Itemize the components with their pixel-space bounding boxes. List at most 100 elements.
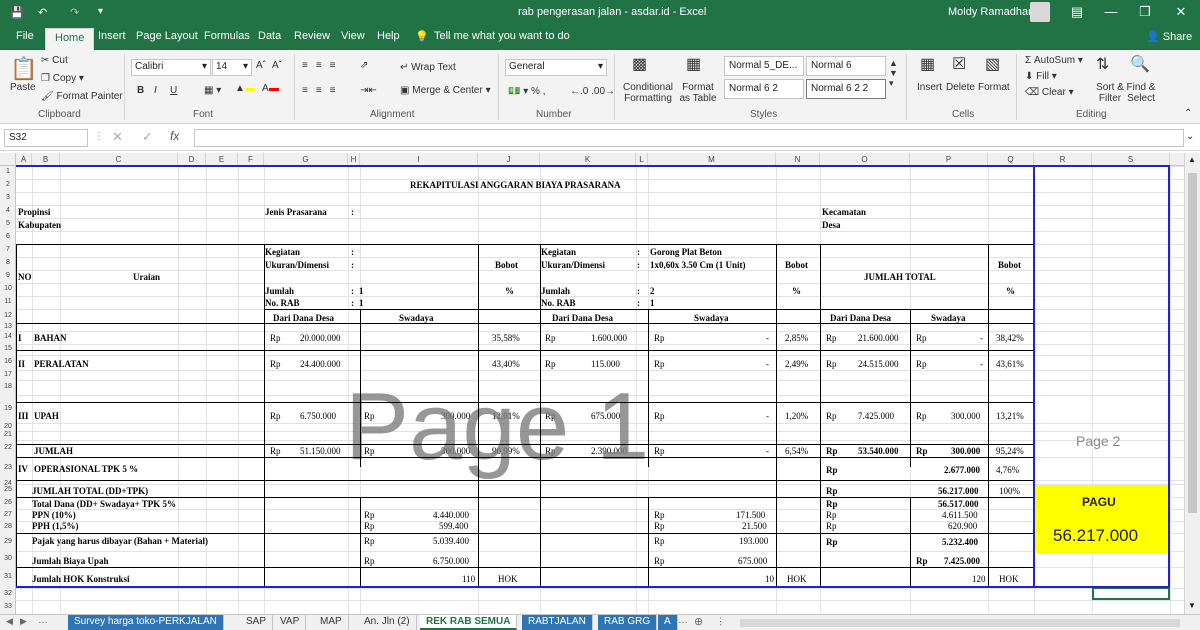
row-header[interactable]: 5 — [0, 220, 16, 227]
row-header[interactable]: 25 — [0, 486, 16, 493]
row-header[interactable]: 30 — [0, 555, 16, 562]
row-header[interactable]: 13 — [0, 323, 16, 330]
orientation-icon[interactable]: ⇗ — [360, 60, 368, 71]
fill-color-icon[interactable]: ▲ — [235, 83, 255, 94]
format-as-table-icon[interactable]: ▦ — [686, 54, 701, 74]
merge-center-button[interactable]: ▣ Merge & Center ▾ — [400, 85, 491, 96]
tab-review[interactable]: Review — [294, 30, 330, 42]
row-header[interactable]: 2 — [0, 181, 16, 188]
font-name-select[interactable]: Calibri ▾ — [131, 59, 211, 76]
row-header[interactable]: 7 — [0, 246, 16, 253]
save-icon[interactable]: 💾 — [10, 6, 24, 19]
customize-quick-access-icon[interactable]: ▾ — [98, 6, 103, 17]
sort-filter-icon[interactable]: ⇅ — [1096, 54, 1109, 74]
namebox-dropdown-icon[interactable]: ⋮ — [94, 131, 104, 142]
italic-button[interactable]: I — [154, 85, 157, 96]
sheet-tab-survey[interactable]: Survey harga toko-PERKJALAN — [68, 615, 224, 630]
maximize-icon[interactable]: ❐ — [1128, 0, 1162, 26]
decimal-icons[interactable]: ←.0 .00→ — [570, 86, 615, 97]
cut-button[interactable]: ✂ Cut — [41, 55, 68, 66]
currency-icon[interactable]: 💵 ▾ % , — [508, 86, 545, 97]
conditional-formatting-icon[interactable]: ▩ — [632, 54, 647, 74]
close-icon[interactable]: ✕ — [1164, 0, 1198, 26]
increase-font-icon[interactable]: Aˆ — [256, 60, 266, 71]
row-header[interactable]: 16 — [0, 358, 16, 365]
tab-file[interactable]: File — [16, 30, 34, 42]
styles-more-icon[interactable]: ▲ ▼ ▾ — [889, 58, 898, 89]
paste-button[interactable]: Paste — [10, 82, 36, 93]
scroll-thumb[interactable] — [1188, 173, 1197, 513]
style-normal-5-de[interactable]: Normal 5_DE... — [724, 56, 804, 76]
row-header[interactable]: 23 — [0, 464, 16, 471]
indent-icons[interactable]: ⇥⇤ — [360, 85, 377, 96]
copy-button[interactable]: ❐ Copy ▾ — [41, 73, 84, 84]
formula-input[interactable] — [194, 129, 1184, 147]
add-sheet-icon[interactable]: ⊕ — [694, 615, 703, 628]
tab-data[interactable]: Data — [258, 30, 281, 42]
find-select-button[interactable]: Find & Select — [1122, 82, 1160, 104]
avatar[interactable] — [1030, 2, 1050, 22]
expand-formula-icon[interactable]: ⌄ — [1186, 131, 1194, 142]
format-cells-button[interactable]: Format — [978, 82, 1010, 93]
borders-icon[interactable]: ▦ ▾ — [204, 85, 221, 96]
style-normal-6-2[interactable]: Normal 6 2 — [724, 79, 804, 99]
row-header[interactable]: 29 — [0, 538, 16, 545]
enter-formula-icon[interactable]: ✓ — [142, 129, 153, 145]
horizontal-scrollbar[interactable] — [740, 619, 1180, 627]
insert-function-icon[interactable]: fx — [170, 129, 179, 143]
delete-cells-icon[interactable]: ☒ — [952, 54, 966, 74]
row-header[interactable]: 3 — [0, 194, 16, 201]
row-header[interactable]: 20 — [0, 423, 16, 430]
format-as-table-button[interactable]: Format as Table — [676, 82, 720, 104]
more-tabs-icon[interactable]: … — [38, 615, 48, 626]
row-header[interactable]: 27 — [0, 511, 16, 518]
font-size-select[interactable]: 14 ▾ — [212, 59, 252, 76]
font-color-icon[interactable]: A — [262, 83, 279, 94]
selected-cell[interactable] — [1092, 587, 1170, 600]
row-header[interactable]: 8 — [0, 259, 16, 266]
row-header[interactable]: 11 — [0, 298, 16, 305]
pagu-box[interactable]: PAGU 56.217.000 — [1034, 485, 1168, 553]
row-header[interactable]: 22 — [0, 444, 16, 451]
name-box[interactable]: S32 — [4, 129, 88, 147]
sheet-tab-vap[interactable]: VAP — [274, 615, 307, 630]
format-cells-icon[interactable]: ▧ — [985, 54, 1000, 74]
collapse-ribbon-icon[interactable]: ⌃ — [1184, 108, 1192, 119]
sheet-tab-rab-grg[interactable]: RAB GRG — [598, 615, 658, 630]
cancel-formula-icon[interactable]: ✕ — [112, 129, 123, 145]
tab-options-icon[interactable]: ⋮ — [716, 616, 725, 627]
ribbon-display-icon[interactable]: ▤ — [1060, 0, 1094, 26]
fill-button[interactable]: ⬇ Fill ▾ — [1025, 71, 1057, 82]
style-normal-6[interactable]: Normal 6 — [806, 56, 886, 76]
tab-view[interactable]: View — [341, 30, 365, 42]
sheet-tab-sap[interactable]: SAP — [240, 615, 274, 630]
sheet-tab-rabtjalan[interactable]: RABTJALAN — [522, 615, 593, 630]
style-normal-6-2-2[interactable]: Normal 6 2 2 — [806, 79, 886, 99]
row-header[interactable]: 14 — [0, 333, 16, 340]
row-header[interactable]: 6 — [0, 233, 16, 240]
paste-icon[interactable]: 📋 — [10, 56, 37, 82]
row-header[interactable]: 4 — [0, 207, 16, 214]
share-button[interactable]: 👤 Share — [1146, 30, 1192, 43]
underline-button[interactable]: U — [170, 85, 177, 96]
find-select-icon[interactable]: 🔍 — [1130, 54, 1150, 74]
select-all-corner[interactable] — [0, 153, 16, 166]
tab-help[interactable]: Help — [377, 30, 400, 42]
conditional-formatting-button[interactable]: Conditional Formatting — [622, 82, 674, 104]
number-format-select[interactable]: General ▾ — [505, 59, 607, 76]
scroll-down-icon[interactable]: ▼ — [1188, 601, 1196, 610]
autosum-button[interactable]: Σ AutoSum ▾ — [1025, 55, 1083, 66]
tab-scroll-left-icon[interactable]: ◀ — [6, 616, 13, 627]
sheet-tab-an-jln[interactable]: An. Jln (2) — [358, 615, 417, 630]
vertical-scrollbar[interactable]: ▲ ▼ — [1184, 153, 1200, 614]
row-header[interactable]: 10 — [0, 285, 16, 292]
tab-formulas[interactable]: Formulas — [204, 30, 250, 42]
scroll-up-icon[interactable]: ▲ — [1188, 155, 1196, 164]
row-header[interactable]: 19 — [0, 405, 16, 412]
undo-icon[interactable]: ↶ — [38, 6, 47, 19]
sheet-tab-map[interactable]: MAP — [314, 615, 349, 630]
row-header[interactable]: 1 — [0, 168, 16, 175]
tab-insert[interactable]: Insert — [98, 30, 126, 42]
tell-me-input[interactable]: Tell me what you want to do — [434, 30, 570, 42]
insert-cells-button[interactable]: Insert — [917, 82, 942, 93]
